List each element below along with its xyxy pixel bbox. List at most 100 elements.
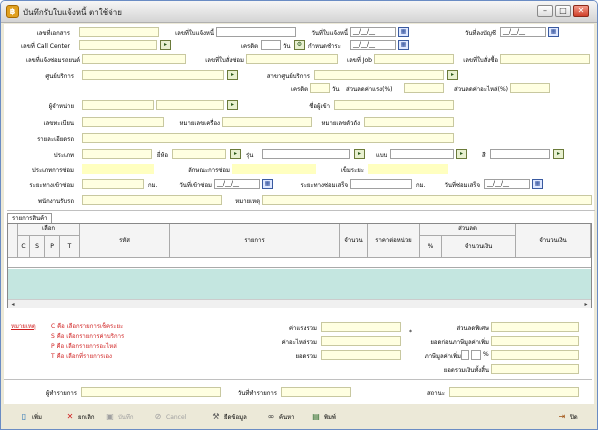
scroll-left-icon[interactable]: ◂ xyxy=(9,301,17,308)
requester-field[interactable] xyxy=(334,100,454,110)
remark-field[interactable] xyxy=(262,195,592,205)
model-field[interactable] xyxy=(262,149,350,159)
special-discount-field[interactable] xyxy=(491,322,579,332)
invoice-date-label: วันที่ใบแจ้งหนี้ xyxy=(311,30,348,37)
main-window: ฿ บันทึกรับใบแจ้งหนี้ ตาใช้จ่าย – □ ✕ เล… xyxy=(0,0,598,430)
vat-field[interactable] xyxy=(491,350,579,360)
labor-total-label: ค่าแรงรวม xyxy=(289,325,317,332)
plate-no-field[interactable] xyxy=(82,117,164,127)
tab-items[interactable]: รายการสินค้า xyxy=(7,213,53,223)
vat-label: ภาษีมูลค่าเพิ่ม xyxy=(424,353,461,360)
call-center-field[interactable] xyxy=(79,40,157,50)
credit-field[interactable] xyxy=(261,40,281,50)
doc-no-label: เลขที่เอกสาร xyxy=(36,30,70,37)
table-row[interactable] xyxy=(8,258,591,268)
brand-lookup-icon[interactable]: ▸ xyxy=(230,149,241,159)
status-field xyxy=(449,387,579,397)
repair-in-calendar-icon[interactable]: ▦ xyxy=(262,179,273,189)
exit-button[interactable]: ⇥ ปิด xyxy=(557,410,578,424)
doc-no-field[interactable] xyxy=(79,27,159,37)
claim-no-field[interactable] xyxy=(82,54,186,64)
due-date-calendar-icon[interactable]: ▦ xyxy=(398,40,409,50)
invoice-date-calendar-icon[interactable]: ▦ xyxy=(398,27,409,37)
credit2-field[interactable] xyxy=(310,83,330,93)
grid-header-total: จำนวนเงิน xyxy=(516,224,591,258)
disk-icon: ▣ xyxy=(106,412,114,421)
post-date-calendar-icon[interactable]: ▦ xyxy=(548,27,559,37)
style-field[interactable] xyxy=(390,149,454,159)
minimize-button[interactable]: – xyxy=(537,5,553,17)
note-s: S คือ เลือกรายการค่าบริการ xyxy=(51,333,125,340)
type-field[interactable] xyxy=(82,149,152,159)
save-button[interactable]: ▣ บันทึก xyxy=(105,410,133,424)
model-lookup-icon[interactable]: ▸ xyxy=(354,149,365,159)
vat-pct-field[interactable] xyxy=(471,350,481,360)
dealer-code-field[interactable] xyxy=(82,100,154,110)
brand-field[interactable] xyxy=(172,149,226,159)
requester-label: ชื่อผู้เข้า xyxy=(309,103,330,110)
engine-no-label: หมายเลขเครื่อง xyxy=(179,120,220,127)
parts-discount-field[interactable] xyxy=(510,83,550,93)
invoice-no-field[interactable] xyxy=(216,27,296,37)
repair-no-label: เลขที่ใบสั่งซ่อม xyxy=(205,57,244,64)
post-date-field[interactable]: __/__/__ xyxy=(500,27,546,37)
app-icon: ฿ xyxy=(6,5,19,18)
labor-total-field[interactable] xyxy=(321,322,401,332)
po-no-field[interactable] xyxy=(500,54,590,64)
add-button[interactable]: ▯ เพิ่ม xyxy=(19,410,42,424)
items-grid[interactable]: เลือก C S P T รหัส รายการ จำนวน ราคาต่อห… xyxy=(7,223,592,308)
repair-nature-field[interactable] xyxy=(232,164,316,174)
branch-label: สาขาศูนย์บริการ xyxy=(266,73,310,80)
claim-no-label: เลขที่แจ้งซ่อมรถยนต์ xyxy=(25,57,80,64)
service-center-lookup-icon[interactable]: ▸ xyxy=(227,70,238,80)
invoice-date-field[interactable]: __/__/__ xyxy=(350,27,396,37)
maximize-button[interactable]: □ xyxy=(555,5,571,17)
vat-checkbox[interactable] xyxy=(461,350,469,360)
net-total-field[interactable] xyxy=(491,364,579,374)
receiver-field[interactable] xyxy=(82,195,222,205)
due-date-field[interactable]: __/__/__ xyxy=(350,40,396,50)
repair-type-field[interactable] xyxy=(82,164,154,174)
horizontal-scrollbar[interactable]: ◂ ▸ xyxy=(8,299,591,308)
dealer-lookup-icon[interactable]: ▸ xyxy=(227,100,238,110)
credit-lookup-icon[interactable]: ⚙ xyxy=(294,40,305,50)
engine-no-field[interactable] xyxy=(222,117,312,127)
labor-discount-field[interactable] xyxy=(404,83,444,93)
parts-total-field[interactable] xyxy=(321,336,401,346)
parts-total-label: ค่าอะไหล่รวม xyxy=(281,339,317,346)
repair-done-calendar-icon[interactable]: ▦ xyxy=(532,179,543,189)
grid-header-discount-amount: จำนวนเงิน xyxy=(442,236,516,258)
status-label: สถานะ xyxy=(427,390,445,397)
distance-in-field[interactable] xyxy=(82,179,144,189)
repair-no-field[interactable] xyxy=(246,54,338,64)
grand-total-field[interactable] xyxy=(321,350,401,360)
print-button[interactable]: ▤ พิมพ์ xyxy=(311,410,336,424)
dealer-name-field[interactable] xyxy=(156,100,224,110)
color-field[interactable] xyxy=(490,149,550,159)
repair-type-label: ประเภทการซ่อม xyxy=(31,167,74,174)
job-no-field[interactable] xyxy=(374,54,454,64)
service-center-field[interactable] xyxy=(82,70,224,80)
detail-field[interactable] xyxy=(82,133,454,143)
grid-header-item: รายการ xyxy=(170,224,340,258)
distance-done-field[interactable] xyxy=(350,179,412,189)
chassis-no-field[interactable] xyxy=(364,117,454,127)
branch-lookup-icon[interactable]: ▸ xyxy=(447,70,458,80)
style-lookup-icon[interactable]: ▸ xyxy=(456,149,467,159)
color-lookup-icon[interactable]: ▸ xyxy=(553,149,564,159)
scroll-right-icon[interactable]: ▸ xyxy=(582,301,590,308)
before-vat-field[interactable] xyxy=(491,336,579,346)
cancel-doc-button[interactable]: ✕ ยกเลิก xyxy=(65,410,95,424)
branch-field[interactable] xyxy=(314,70,444,80)
edit-button[interactable]: ⚒ ยืดข้อมูล xyxy=(211,410,246,424)
repair-done-date-field[interactable]: __/__/__ xyxy=(484,179,530,189)
mileage-field[interactable] xyxy=(368,164,448,174)
search-button[interactable]: ∞ ค้นหา xyxy=(266,410,295,424)
cancel-button[interactable]: ⊘ Cancel xyxy=(153,410,187,424)
remark-label: หมายเหตุ xyxy=(235,198,260,205)
invoice-no-label: เลขที่ใบแจ้งหนี้ xyxy=(175,30,214,37)
repair-in-date-label: วันที่เข้าซ่อม xyxy=(179,182,212,189)
call-center-lookup-icon[interactable]: ▸ xyxy=(160,40,171,50)
repair-in-date-field[interactable]: __/__/__ xyxy=(214,179,260,189)
close-window-button[interactable]: ✕ xyxy=(573,5,589,17)
